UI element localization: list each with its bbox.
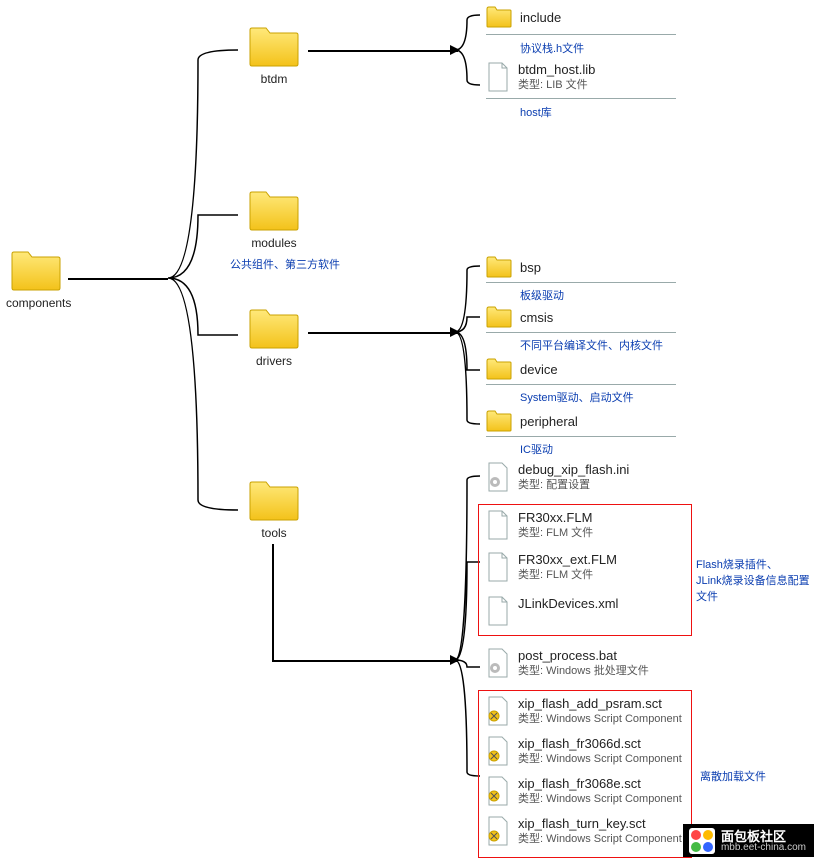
folder-modules: modules: [244, 190, 304, 250]
file-type: 类型: Windows Script Component: [518, 752, 682, 767]
script-icon: [486, 736, 510, 766]
folder-icon: [248, 190, 300, 232]
label: include: [520, 10, 561, 25]
label: btdm: [244, 72, 304, 86]
label: components: [6, 296, 66, 310]
file-type: 类型: 配置设置: [518, 478, 629, 493]
folder-tools: tools: [244, 480, 304, 540]
label: drivers: [244, 354, 304, 368]
file-name: xip_flash_fr3066d.sct: [518, 736, 682, 752]
folder-icon: [248, 26, 300, 68]
watermark-brand: 面包板社区mbb.eet-china.com: [683, 824, 814, 857]
folder-include: include: [486, 6, 561, 28]
file-sct-4: xip_flash_turn_key.sct类型: Windows Script…: [486, 816, 682, 847]
file-icon: [486, 62, 510, 92]
folder-icon: [486, 256, 512, 278]
bracket-drivers: [455, 262, 485, 452]
folder-components: components: [6, 250, 66, 310]
note-modules: 公共组件、第三方软件: [230, 256, 340, 272]
folder-bsp: bsp: [486, 256, 541, 278]
bracket-root: [168, 40, 248, 540]
brand-url: mbb.eet-china.com: [721, 843, 806, 853]
file-name: post_process.bat: [518, 648, 649, 664]
file-type: 类型: LIB 文件: [518, 78, 595, 93]
file-type: 类型: Windows Script Component: [518, 792, 682, 807]
script-icon: [486, 776, 510, 806]
file-btdm-host-lib: btdm_host.lib 类型: LIB 文件: [486, 62, 595, 93]
file-type: 类型: Windows 批处理文件: [518, 664, 649, 679]
folder-cmsis: cmsis: [486, 306, 553, 328]
label: cmsis: [520, 310, 553, 325]
bracket-btdm: [455, 10, 485, 100]
file-icon: [486, 552, 510, 582]
file-sct-3: xip_flash_fr3068e.sct类型: Windows Script …: [486, 776, 682, 807]
file-icon: [486, 596, 510, 626]
file-type: 类型: FLM 文件: [518, 568, 617, 583]
label: bsp: [520, 260, 541, 275]
file-post-process-bat: post_process.bat类型: Windows 批处理文件: [486, 648, 649, 679]
note-device: System驱动、启动文件: [520, 389, 634, 405]
file-type: 类型: FLM 文件: [518, 526, 593, 541]
file-fr30xx-ext-flm: FR30xx_ext.FLM类型: FLM 文件: [486, 552, 617, 583]
gear-icon: [486, 462, 510, 492]
file-name: btdm_host.lib: [518, 62, 595, 78]
folder-icon: [248, 308, 300, 350]
file-name: FR30xx_ext.FLM: [518, 552, 617, 568]
file-type: 类型: Windows Script Component: [518, 712, 682, 727]
folder-icon: [248, 480, 300, 522]
gear-icon: [486, 648, 510, 678]
brand-logo-icon: [689, 828, 715, 854]
script-icon: [486, 816, 510, 846]
file-name: debug_xip_flash.ini: [518, 462, 629, 478]
file-jlinkdevices-xml: JLinkDevices.xml: [486, 596, 618, 626]
note-peripheral: IC驱动: [520, 441, 553, 457]
file-name: xip_flash_turn_key.sct: [518, 816, 682, 832]
note-include: 协议栈.h文件: [520, 40, 584, 56]
file-name: FR30xx.FLM: [518, 510, 593, 526]
file-name: xip_flash_add_psram.sct: [518, 696, 682, 712]
folder-icon: [486, 306, 512, 328]
script-icon: [486, 696, 510, 726]
note-hostlib: host库: [520, 104, 552, 120]
note-box1: Flash烧录插件、 JLink烧录设备信息配置文件: [696, 556, 816, 604]
label: tools: [244, 526, 304, 540]
folder-icon: [486, 358, 512, 380]
file-name: xip_flash_fr3068e.sct: [518, 776, 682, 792]
folder-drivers: drivers: [244, 308, 304, 368]
file-fr30xx-flm: FR30xx.FLM类型: FLM 文件: [486, 510, 593, 541]
note-box2: 离散加载文件: [700, 768, 766, 784]
folder-peripheral: peripheral: [486, 410, 578, 432]
diagram-canvas: components btdm modules 公共组件、第三方软件 drive…: [0, 0, 820, 863]
file-name: JLinkDevices.xml: [518, 596, 618, 612]
file-sct-1: xip_flash_add_psram.sct类型: Windows Scrip…: [486, 696, 682, 727]
folder-icon: [10, 250, 62, 292]
file-sct-2: xip_flash_fr3066d.sct类型: Windows Script …: [486, 736, 682, 767]
folder-btdm: btdm: [244, 26, 304, 86]
brand-title: 面包板社区: [721, 830, 806, 843]
label: modules: [244, 236, 304, 250]
folder-icon: [486, 6, 512, 28]
file-icon: [486, 510, 510, 540]
note-cmsis: 不同平台编译文件、内核文件: [520, 337, 663, 353]
note-bsp: 板级驱动: [520, 287, 564, 303]
file-type: 类型: Windows Script Component: [518, 832, 682, 847]
folder-icon: [486, 410, 512, 432]
label: device: [520, 362, 558, 377]
label: peripheral: [520, 414, 578, 429]
file-debug-ini: debug_xip_flash.ini 类型: 配置设置: [486, 462, 629, 493]
folder-device: device: [486, 358, 558, 380]
